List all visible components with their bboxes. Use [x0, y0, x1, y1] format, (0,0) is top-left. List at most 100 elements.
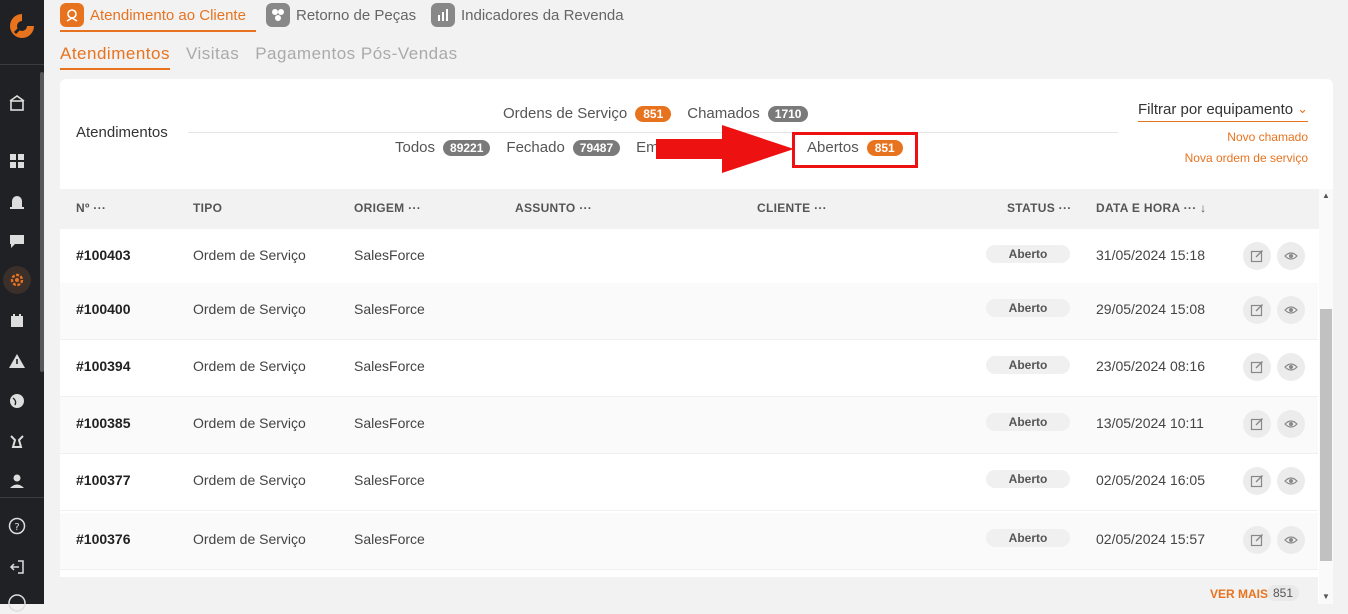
logout-icon[interactable] [6, 556, 28, 578]
scroll-down-icon[interactable]: ▼ [1322, 592, 1330, 601]
subtab-pagamentos-pos-vendas[interactable]: Pagamentos Pós-Vendas [255, 44, 457, 64]
new-call-link[interactable]: Novo chamado [1227, 130, 1308, 144]
column-header-tipo[interactable]: TIPO [193, 201, 222, 215]
row-tipo: Ordem de Serviço [193, 247, 306, 263]
tab-label: Indicadores da Revenda [461, 6, 624, 24]
globe-icon[interactable] [6, 390, 28, 412]
eye-icon [1284, 420, 1298, 428]
edit-icon [1250, 250, 1263, 263]
total-count-badge: 851 [1267, 585, 1300, 601]
edit-icon [1250, 361, 1263, 374]
edit-button[interactable] [1243, 467, 1271, 495]
help-icon[interactable]: ? [6, 515, 28, 537]
column-header-data-e-hora[interactable]: DATA E HORA ··· ↓ [1096, 201, 1206, 215]
table-row[interactable]: #100385 Ordem de Serviço SalesForce Aberto 1… [60, 397, 1318, 454]
sidebar: ? [0, 0, 44, 612]
table-row[interactable]: #100377 Ordem de Serviço SalesForce Aberto 0… [60, 454, 1318, 511]
service-gear-icon[interactable] [3, 266, 31, 294]
status-badge: Aberto [986, 529, 1070, 547]
support-icon [60, 3, 84, 27]
subtab-atendimentos[interactable]: Atendimentos [60, 44, 170, 64]
new-service-order-link[interactable]: Nova ordem de serviço [1185, 151, 1308, 165]
edit-button[interactable] [1243, 296, 1271, 324]
type-filters: Ordens de Serviço 851 Chamados 1710 [503, 105, 809, 122]
row-origem: SalesForce [354, 247, 425, 263]
row-tipo: Ordem de Serviço [193, 358, 306, 374]
tab-retorno-de-pecas[interactable]: Retorno de Peças [266, 0, 416, 30]
brand-logo[interactable] [6, 8, 38, 44]
column-header-status[interactable]: STATUS ··· [1007, 201, 1072, 215]
filter-ordens-de-servico[interactable]: Ordens de Serviço 851 [503, 105, 672, 122]
row-tipo: Ordem de Serviço [193, 415, 306, 431]
table-row[interactable]: #100376 Ordem de Serviço SalesForce Aberto 0… [60, 513, 1318, 570]
view-button[interactable] [1277, 353, 1305, 381]
calendar-icon[interactable] [6, 310, 28, 332]
row-datetime: 29/05/2024 15:08 [1096, 301, 1205, 317]
parts-icon[interactable] [6, 430, 28, 452]
eye-icon [1284, 477, 1298, 485]
red-arrow-annotation [656, 125, 794, 173]
view-button[interactable] [1277, 467, 1305, 495]
row-tipo: Ordem de Serviço [193, 301, 306, 317]
active-subtab-indicator [60, 68, 170, 70]
eye-icon [1284, 363, 1298, 371]
tab-indicadores-da-revenda[interactable]: Indicadores da Revenda [431, 0, 624, 30]
row-origem: SalesForce [354, 531, 425, 547]
table-footer [60, 577, 1318, 604]
view-button[interactable] [1277, 526, 1305, 554]
row-number: #100394 [76, 358, 131, 374]
view-button[interactable] [1277, 242, 1305, 270]
active-tab-indicator [60, 30, 256, 32]
table-row[interactable]: #100400 Ordem de Serviço SalesForce Aberto 2… [60, 283, 1318, 340]
alarm-icon[interactable] [6, 190, 28, 212]
count-badge: 851 [635, 105, 672, 122]
edit-button[interactable] [1243, 353, 1271, 381]
edit-button[interactable] [1243, 242, 1271, 270]
eye-icon [1284, 536, 1298, 544]
filter-chamados[interactable]: Chamados 1710 [687, 105, 809, 122]
tab-atendimento-ao-cliente[interactable]: Atendimento ao Cliente [60, 0, 246, 30]
view-button[interactable] [1277, 296, 1305, 324]
warning-icon[interactable] [6, 350, 28, 372]
location-user-icon[interactable] [6, 470, 28, 492]
card-title: Atendimentos [76, 124, 168, 141]
column-header-num[interactable]: Nº ··· [76, 201, 106, 215]
row-datetime: 02/05/2024 16:05 [1096, 472, 1205, 488]
chat-icon[interactable] [6, 230, 28, 252]
svg-text:?: ? [14, 522, 19, 533]
column-header-cliente[interactable]: CLIENTE ··· [757, 201, 827, 215]
row-tipo: Ordem de Serviço [193, 472, 306, 488]
filter-todos[interactable]: Todos 89221 [395, 139, 491, 156]
edit-icon [1250, 475, 1263, 488]
row-number: #100385 [76, 415, 131, 431]
table-row[interactable]: #100403 Ordem de Serviço SalesForce Aberto 3… [60, 229, 1318, 286]
status-badge: Aberto [986, 470, 1070, 488]
sub-tabs: Atendimentos Visitas Pagamentos Pós-Vend… [60, 44, 458, 64]
equipment-filter-select[interactable]: Filtrar por equipamento ⌄ [1138, 101, 1308, 122]
atendimentos-card: Atendimentos Ordens de Serviço 851 Chama… [60, 79, 1333, 604]
sidebar-scrollbar[interactable] [40, 72, 44, 372]
parts-icon [266, 3, 290, 27]
scroll-up-icon[interactable]: ▲ [1322, 191, 1330, 200]
tab-label: Atendimento ao Cliente [90, 6, 246, 24]
row-origem: SalesForce [354, 301, 425, 317]
table-row[interactable]: #100394 Ordem de Serviço SalesForce Aberto 2… [60, 340, 1318, 397]
chevron-down-icon: ⌄ [1297, 101, 1308, 116]
row-number: #100400 [76, 301, 131, 317]
filter-fechado[interactable]: Fechado 79487 [506, 139, 621, 156]
row-origem: SalesForce [354, 472, 425, 488]
column-header-origem[interactable]: ORIGEM ··· [354, 201, 421, 215]
see-more-button[interactable]: VER MAIS [1210, 587, 1268, 601]
edit-button[interactable] [1243, 526, 1271, 554]
dashboard-icon[interactable] [6, 150, 28, 172]
subtab-visitas[interactable]: Visitas [186, 44, 239, 64]
column-header-assunto[interactable]: ASSUNTO ··· [515, 201, 592, 215]
row-origem: SalesForce [354, 415, 425, 431]
avatar[interactable] [6, 592, 28, 614]
table-scrollbar-thumb[interactable] [1320, 309, 1332, 561]
store-icon[interactable] [6, 92, 28, 114]
edit-button[interactable] [1243, 410, 1271, 438]
view-button[interactable] [1277, 410, 1305, 438]
edit-icon [1250, 418, 1263, 431]
tab-label: Retorno de Peças [296, 6, 417, 24]
